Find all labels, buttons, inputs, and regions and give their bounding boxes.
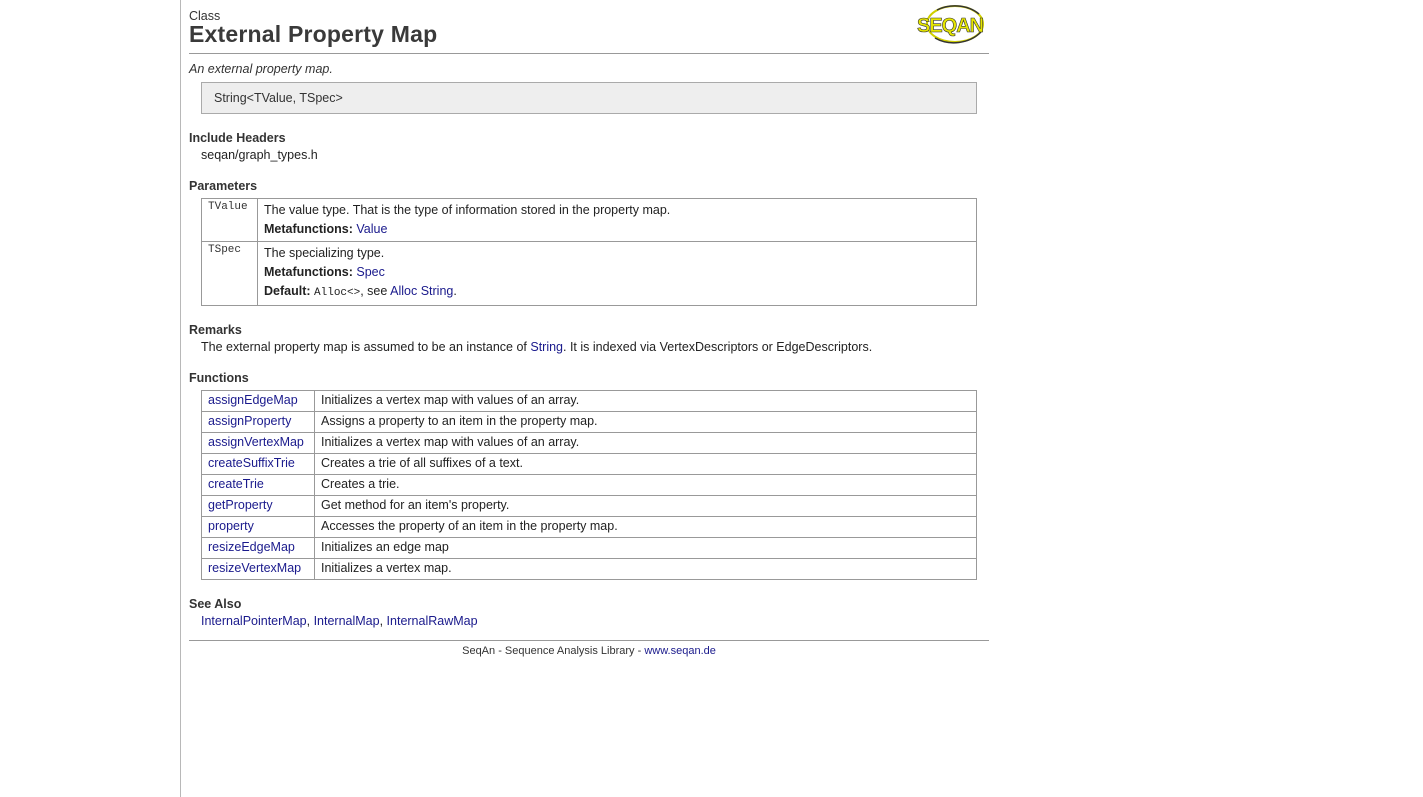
function-link[interactable]: property [208,519,254,533]
seqan-logo[interactable]: SEQAN [915,2,987,46]
logo-text: SEQAN [917,15,984,37]
parameter-name: TSpec [201,241,258,306]
table-row: property Accesses the property of an item… [201,516,977,538]
table-row: resizeVertexMap Initializes a vertex map. [201,558,977,580]
parameter-name: TValue [201,198,258,242]
link-spec[interactable]: Spec [356,265,385,279]
function-link[interactable]: createSuffixTrie [208,456,295,470]
function-link[interactable]: getProperty [208,498,273,512]
see-also-separator: , [379,614,387,628]
default-end: . [453,284,457,298]
function-link[interactable]: assignProperty [208,414,291,428]
default-label: Default: [264,284,311,298]
remarks-pre: The external property map is assumed to … [201,340,531,354]
parameter-default: Default: Alloc<>, see Alloc String. [264,282,970,303]
table-row: assignVertexMap Initializes a vertex map … [201,432,977,454]
parameter-description: The value type. That is the type of info… [257,198,977,242]
default-code: Alloc<> [314,287,361,299]
summary-text: An external property map. [189,62,333,76]
metafunctions-label: Metafunctions: [264,222,353,236]
function-description: Assigns a property to an item in the pro… [314,411,977,433]
function-description: Accesses the property of an item in the … [314,516,977,538]
parameters-title: Parameters [189,179,258,193]
function-description: Get method for an item's property. [314,495,977,517]
parameter-desc-text: The value type. That is the type of info… [264,203,671,217]
table-row: assignEdgeMap Initializes a vertex map wi… [201,390,977,412]
table-row: getProperty Get method for an item's prop… [201,495,977,517]
function-link[interactable]: createTrie [208,477,264,491]
page-header: Class External Property Map SEQAN [189,0,989,54]
metafunctions-label: Metafunctions: [264,265,353,279]
function-description: Initializes a vertex map with values of … [314,432,977,454]
parameter-row: TSpec The specializing type. Metafunctio… [201,241,977,306]
function-description: Initializes a vertex map. [314,558,977,580]
functions-table: assignEdgeMap Initializes a vertex map wi… [201,390,977,580]
function-link[interactable]: resizeVertexMap [208,561,301,575]
link-internal-pointer-map[interactable]: InternalPointerMap [201,614,307,628]
function-link[interactable]: resizeEdgeMap [208,540,295,554]
remarks-text: The external property map is assumed to … [201,340,989,354]
footer-link[interactable]: www.seqan.de [644,645,716,657]
table-row: assignProperty Assigns a property to an i… [201,411,977,433]
parameter-desc-text: The specializing type. [264,246,385,260]
footer: SeqAn - Sequence Analysis Library - www.… [189,645,989,657]
link-string[interactable]: String [530,340,563,354]
function-description: Initializes a vertex map with values of … [314,390,977,412]
remarks-post: . It is indexed via VertexDescriptors or… [563,340,873,354]
table-row: resizeEdgeMap Initializes an edge map [201,537,977,559]
see-also-separator: , [306,614,314,628]
page: Class External Property Map SEQAN An ext… [189,0,989,657]
functions-title: Functions [189,371,249,385]
see-also-links: InternalPointerMap, InternalMap, Interna… [201,614,989,628]
footer-divider [189,640,989,641]
parameters-table: TValue The value type. That is the type … [201,198,977,306]
parameter-metafunctions: Metafunctions: Value [264,220,970,239]
function-description: Creates a trie. [314,474,977,496]
link-alloc-string[interactable]: Alloc String [390,284,453,298]
default-see: , see [360,284,391,298]
parameter-metafunctions: Metafunctions: Spec [264,263,970,282]
signature-box: String<TValue, TSpec> [201,82,977,114]
table-row: createTrie Creates a trie. [201,474,977,496]
link-internal-map[interactable]: InternalMap [314,614,380,628]
include-header-value: seqan/graph_types.h [201,148,318,162]
parameter-description: The specializing type. Metafunctions: Sp… [257,241,977,306]
function-link[interactable]: assignVertexMap [208,435,304,449]
table-row: createSuffixTrie Creates a trie of all su… [201,453,977,475]
function-link[interactable]: assignEdgeMap [208,393,298,407]
remarks-title: Remarks [189,323,242,337]
see-also-title: See Also [189,597,242,611]
function-description: Creates a trie of all suffixes of a text… [314,453,977,475]
parameter-row: TValue The value type. That is the type … [201,198,977,242]
link-internal-raw-map[interactable]: InternalRawMap [387,614,478,628]
function-description: Initializes an edge map [314,537,977,559]
footer-text: SeqAn - Sequence Analysis Library - [462,645,645,657]
link-value[interactable]: Value [356,222,387,236]
include-headers-title: Include Headers [189,131,286,145]
frame-border [180,0,181,797]
page-title: External Property Map [189,21,438,47]
